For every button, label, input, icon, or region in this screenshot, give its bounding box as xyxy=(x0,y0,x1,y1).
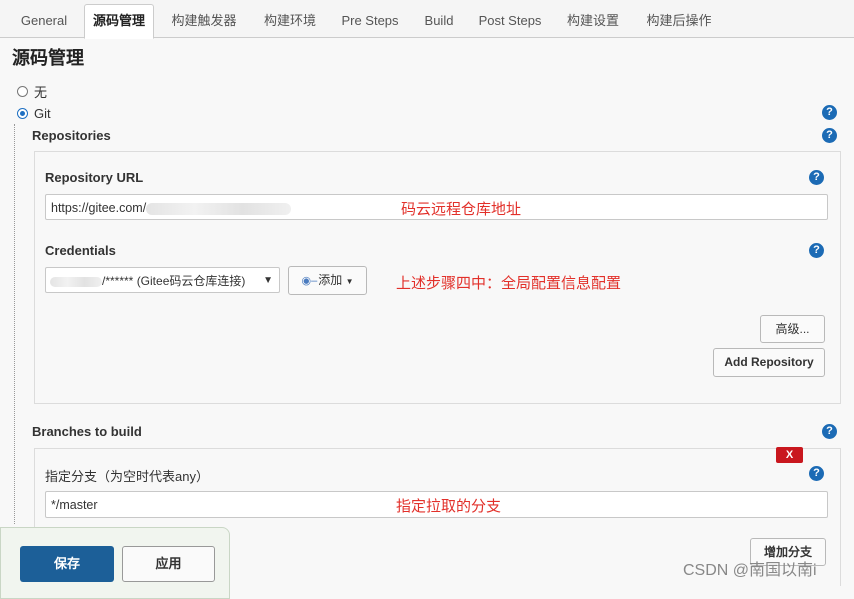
radio-git-label: Git xyxy=(34,106,51,121)
tab-build-triggers[interactable]: 构建触发器 xyxy=(162,5,246,36)
delete-branch-button[interactable]: X xyxy=(776,447,803,463)
radio-none-label: 无 xyxy=(34,85,48,100)
branch-specifier-help-icon[interactable]: ? xyxy=(809,466,824,481)
section-guide-line xyxy=(14,124,15,524)
tab-pre-steps[interactable]: Pre Steps xyxy=(334,5,406,36)
scm-option-git[interactable]: Git xyxy=(17,106,51,121)
radio-git[interactable] xyxy=(17,108,28,119)
tab-general[interactable]: General xyxy=(12,5,76,36)
credentials-help-icon[interactable]: ? xyxy=(809,243,824,258)
branches-title: Branches to build xyxy=(32,424,142,439)
scm-option-none[interactable]: 无 xyxy=(17,82,47,101)
annotation-credentials: 上述步骤四中：全局配置信息配置 xyxy=(396,275,622,292)
key-icon: ◉– xyxy=(301,275,318,287)
redacted-url-blur xyxy=(146,202,292,215)
repository-url-value: https://gitee.com/ xyxy=(51,201,147,215)
chevron-down-icon: ▼ xyxy=(263,275,273,286)
credentials-label: Credentials xyxy=(45,243,116,258)
tab-post-build[interactable]: 构建后操作 xyxy=(638,5,720,36)
add-credentials-button[interactable]: ◉–添加 ▼ xyxy=(288,266,367,295)
tab-bar: General 源码管理 构建触发器 构建环境 Pre Steps Build … xyxy=(0,0,854,39)
radio-none[interactable] xyxy=(17,86,28,97)
watermark: CSDN @南国以南i xyxy=(683,562,817,579)
section-title: 源码管理 xyxy=(12,48,84,68)
annotation-repository-url: 码云远程仓库地址 xyxy=(401,201,522,218)
add-repository-button[interactable]: Add Repository xyxy=(713,348,825,377)
tab-build-environment[interactable]: 构建环境 xyxy=(254,5,326,36)
repositories-title: Repositories xyxy=(32,128,111,143)
tab-post-steps[interactable]: Post Steps xyxy=(472,5,548,36)
repository-url-label: Repository URL xyxy=(45,170,144,185)
branches-help-icon[interactable]: ? xyxy=(822,424,837,439)
save-button[interactable]: 保存 xyxy=(20,546,114,582)
repositories-help-icon[interactable]: ? xyxy=(822,128,837,143)
apply-button[interactable]: 应用 xyxy=(122,546,215,582)
repository-url-help-icon[interactable]: ? xyxy=(809,170,824,185)
caret-down-icon: ▼ xyxy=(345,277,354,286)
tab-build[interactable]: Build xyxy=(414,5,464,36)
credentials-value: /****** (Gitee码云仓库连接) xyxy=(102,274,246,288)
redacted-username-blur xyxy=(50,276,102,287)
tab-build-settings[interactable]: 构建设置 xyxy=(556,5,630,36)
branch-specifier-label: 指定分支（为空时代表any） xyxy=(45,469,209,484)
advanced-button[interactable]: 高级... xyxy=(760,315,825,343)
tab-scm[interactable]: 源码管理 xyxy=(84,4,154,39)
annotation-branch: 指定拉取的分支 xyxy=(396,498,502,515)
add-credentials-label: 添加 xyxy=(318,273,343,287)
credentials-select[interactable]: /****** (Gitee码云仓库连接) ▼ xyxy=(45,267,280,293)
git-help-icon[interactable]: ? xyxy=(822,105,837,120)
